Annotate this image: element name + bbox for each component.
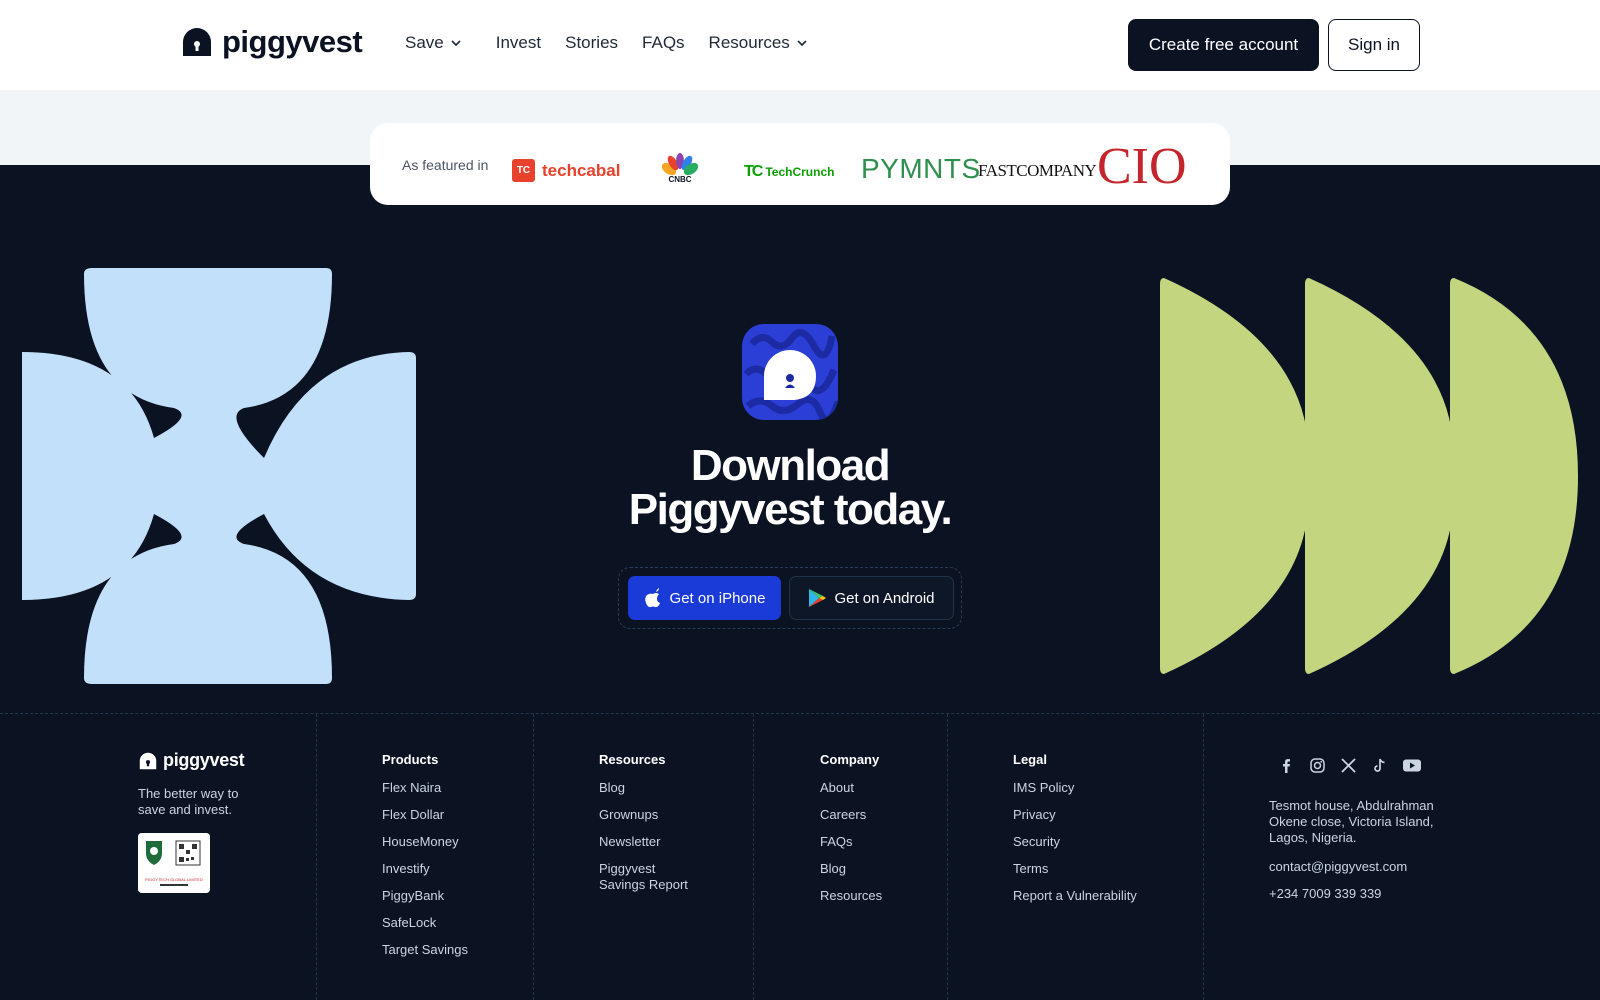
padlock-logo-icon: [183, 28, 211, 56]
footer-column-divider: [753, 714, 754, 1000]
link-company-resources[interactable]: Resources: [820, 888, 882, 904]
download-heading: Download Piggyvest today.: [560, 444, 1020, 532]
link-privacy[interactable]: Privacy: [1013, 807, 1137, 823]
link-safelock[interactable]: SafeLock: [382, 915, 468, 931]
link-faqs[interactable]: FAQs: [820, 834, 882, 850]
footer-resources-column: Resources Blog Grownups Newsletter Piggy…: [599, 752, 699, 904]
fast-company-logo: FASTCOMPANY: [978, 161, 1097, 180]
instagram-icon[interactable]: [1309, 757, 1326, 774]
link-investify[interactable]: Investify: [382, 861, 468, 877]
footer-tagline: The better way to save and invest.: [138, 786, 239, 817]
footer-company-column: Company About Careers FAQs Blog Resource…: [820, 752, 882, 915]
footer-products-column: Products Flex Naira Flex Dollar HouseMon…: [382, 752, 468, 969]
peacock-icon: [661, 153, 699, 176]
nav-faqs[interactable]: FAQs: [642, 33, 685, 53]
link-savings-report[interactable]: Piggyvest Savings Report: [599, 861, 699, 893]
link-report-vulnerability[interactable]: Report a Vulnerability: [1013, 888, 1137, 904]
piggyvest-logo[interactable]: piggyvest: [180, 24, 363, 60]
ndpr-audit-badge: PIGGYTECH GLOBAL LIMITED: [138, 833, 210, 893]
facebook-icon[interactable]: [1278, 757, 1295, 774]
nav-invest-label: Invest: [495, 33, 542, 52]
office-address: Tesmot house, Abdulrahman Okene close, V…: [1269, 798, 1434, 845]
store-buttons-group: Get on iPhone Get on Android: [618, 567, 962, 629]
techcrunch-wordmark: TechCrunch: [765, 165, 835, 179]
link-about[interactable]: About: [820, 780, 882, 796]
chevron-down-icon: [451, 40, 461, 47]
featured-in-card: As featured in TC techcabal CNBC TC Tech…: [370, 123, 1230, 205]
link-ims-policy[interactable]: IMS Policy: [1013, 780, 1137, 796]
piggyvest-app-icon: [742, 324, 838, 420]
nav-save-label: Save: [405, 33, 444, 52]
nav-stories[interactable]: Stories: [565, 33, 618, 53]
link-grownups[interactable]: Grownups: [599, 807, 699, 823]
link-piggybank[interactable]: PiggyBank: [382, 888, 468, 904]
nav-stories-label: Stories: [565, 33, 619, 52]
tiktok-icon[interactable]: [1371, 757, 1388, 774]
blue-clover-shape: [22, 268, 416, 684]
link-flex-naira[interactable]: Flex Naira: [382, 780, 468, 796]
footer-column-divider: [1203, 714, 1204, 1000]
products-heading: Products: [382, 752, 439, 767]
link-careers[interactable]: Careers: [820, 807, 882, 823]
youtube-icon[interactable]: [1402, 757, 1422, 774]
create-account-button[interactable]: Create free account: [1128, 19, 1319, 71]
logo-wordmark: piggyvest: [222, 24, 363, 59]
link-terms[interactable]: Terms: [1013, 861, 1137, 877]
get-on-android-label: Get on Android: [834, 589, 935, 607]
cnbc-wordmark: CNBC: [668, 175, 692, 184]
top-navbar: piggyvest Save Invest Stories FAQs Resou…: [0, 0, 1600, 90]
techcabal-wordmark: techcabal: [542, 160, 621, 180]
nav-resources[interactable]: Resources: [709, 33, 808, 53]
techcabal-logo: TC techcabal: [512, 159, 620, 182]
link-target-savings[interactable]: Target Savings: [382, 942, 468, 958]
cio-logo: CIO: [1097, 138, 1187, 195]
get-on-android-button[interactable]: Get on Android: [789, 576, 954, 620]
link-company-blog[interactable]: Blog: [820, 861, 882, 877]
link-flex-dollar[interactable]: Flex Dollar: [382, 807, 468, 823]
footer-column-divider: [947, 714, 948, 1000]
link-housemoney[interactable]: HouseMoney: [382, 834, 468, 850]
main-nav: Save Invest Stories FAQs Resources: [405, 33, 832, 53]
nav-faqs-label: FAQs: [642, 33, 685, 52]
footer-legal-column: Legal IMS Policy Privacy Security Terms …: [1013, 752, 1137, 915]
get-on-iphone-label: Get on iPhone: [669, 589, 766, 607]
pymnts-logo: PYMNTS: [861, 153, 981, 184]
techcrunch-mark: TC: [744, 163, 763, 180]
apple-icon: [644, 588, 660, 608]
techcrunch-logo: TC TechCrunch: [744, 163, 834, 181]
nav-invest[interactable]: Invest: [496, 33, 541, 53]
legal-heading: Legal: [1013, 752, 1047, 767]
footer-column-divider: [533, 714, 534, 1000]
social-links: [1278, 757, 1422, 774]
link-blog[interactable]: Blog: [599, 780, 699, 796]
download-heading-line1: Download: [690, 441, 891, 490]
featured-label: As featured in: [402, 157, 489, 173]
techcabal-mark: TC: [512, 159, 535, 182]
footer-divider: [0, 713, 1600, 714]
cnbc-logo: CNBC: [658, 153, 702, 184]
chevron-down-icon: [797, 40, 807, 47]
sign-in-button[interactable]: Sign in: [1328, 19, 1420, 71]
footer-logo-wordmark: piggyvest: [163, 750, 245, 770]
contact-email[interactable]: contact@piggyvest.com: [1269, 859, 1407, 874]
download-heading-line2: Piggyvest today.: [628, 485, 953, 534]
get-on-iphone-button[interactable]: Get on iPhone: [628, 576, 781, 620]
x-icon[interactable]: [1340, 757, 1357, 774]
contact-phone[interactable]: +234 7009 339 339: [1269, 886, 1381, 901]
padlock-logo-icon: [139, 752, 157, 769]
lime-half-circles-shape: [1160, 278, 1578, 674]
play-store-icon: [809, 589, 827, 607]
badge-text: PIGGYTECH GLOBAL LIMITED: [145, 877, 203, 882]
footer-logo[interactable]: piggyvest: [138, 750, 245, 771]
footer-column-divider: [316, 714, 317, 1000]
company-heading: Company: [820, 752, 880, 767]
nav-resources-label: Resources: [708, 33, 790, 52]
resources-heading: Resources: [599, 752, 666, 767]
nav-save[interactable]: Save: [405, 33, 462, 53]
link-security[interactable]: Security: [1013, 834, 1137, 850]
link-newsletter[interactable]: Newsletter: [599, 834, 699, 850]
